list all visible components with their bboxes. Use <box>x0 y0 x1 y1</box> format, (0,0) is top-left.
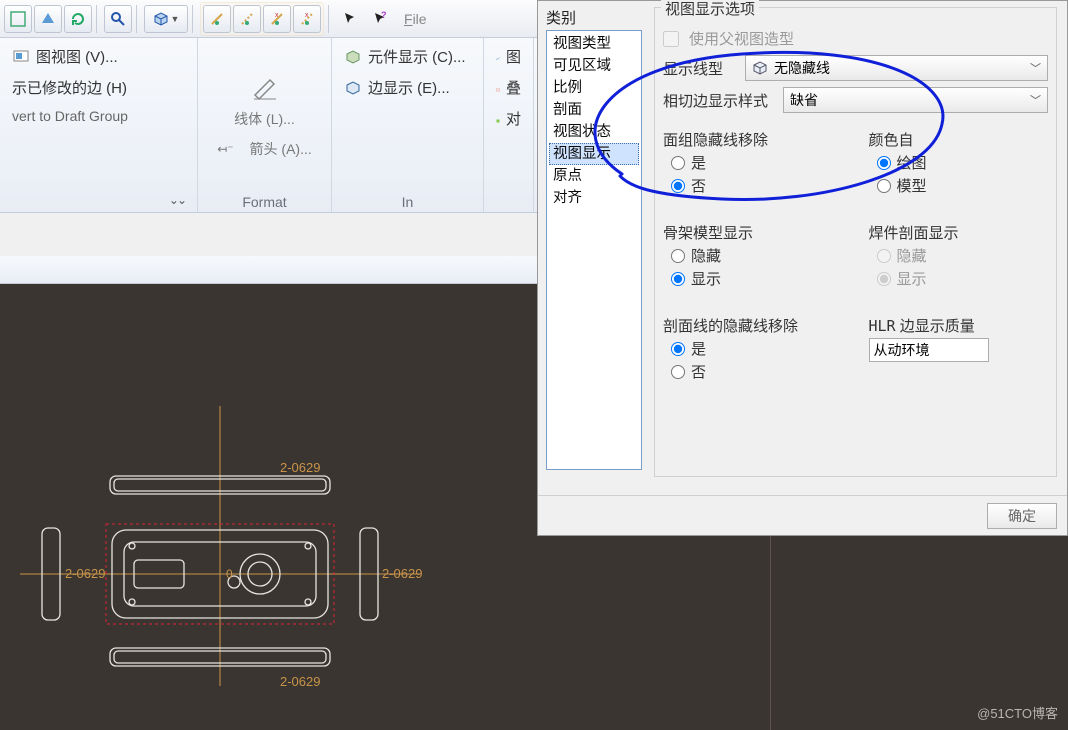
color-model[interactable]: 模型 <box>877 175 1049 196</box>
toolbar-help[interactable]: ? <box>366 5 394 33</box>
toolbar-slash-3[interactable]: x <box>263 5 291 33</box>
sect-no[interactable]: 否 <box>671 361 843 382</box>
cat-view-type[interactable]: 视图类型 <box>549 33 639 55</box>
skel-show[interactable]: 显示 <box>671 268 843 289</box>
ribbon-show-modified-edges[interactable]: 示已修改的边 (H) <box>8 75 189 100</box>
ribbon-drawing-view[interactable]: 图视图 (V)... <box>8 44 189 69</box>
hlr-label: HLR HLR 边显示质量边显示质量 <box>869 315 1049 336</box>
ribbon-line-style[interactable]: 线体 (L)... <box>230 107 299 131</box>
svg-text:?: ? <box>381 11 387 20</box>
cat-align[interactable]: 对齐 <box>549 187 639 209</box>
tangent-dropdown[interactable]: 缺省 ﹀ <box>783 87 1048 113</box>
facet-no[interactable]: 否 <box>671 175 843 196</box>
cat-origin[interactable]: 原点 <box>549 165 639 187</box>
cat-view-state[interactable]: 视图状态 <box>549 121 639 143</box>
cat-section[interactable]: 剖面 <box>549 99 639 121</box>
dim-label-bottom: 2-0629 <box>280 674 320 689</box>
ok-button[interactable]: 确定 <box>987 503 1057 529</box>
color-draw[interactable]: 绘图 <box>877 152 1049 173</box>
ribbon-component-display[interactable]: 元件显示 (C)... <box>340 44 475 69</box>
toolbar-btn-refresh[interactable] <box>64 5 92 33</box>
group-title: 视图显示选项 <box>661 0 759 19</box>
weld-title: 焊件剖面显示 <box>869 222 1049 243</box>
svg-text:0: 0 <box>226 567 233 581</box>
ribbon-arrow[interactable]: ↤⁻ 箭头 (A)... <box>213 137 316 161</box>
cad-drawing: 2-0629 2-0629 2-0629 0 2-0629 <box>20 346 440 706</box>
skel-title: 骨架模型显示 <box>663 222 843 243</box>
toolbar-btn-cube[interactable]: ▼ <box>144 5 188 33</box>
svg-text:x: x <box>275 12 279 19</box>
facet-hidden-title: 面组隐藏线移除 <box>663 129 843 150</box>
cat-scale[interactable]: 比例 <box>549 77 639 99</box>
chevron-down-icon: ﹀ <box>1030 60 1041 76</box>
ribbon-p4-2[interactable]: 叠 <box>492 75 525 100</box>
weld-hide: 隐藏 <box>877 245 1049 266</box>
weld-show: 显示 <box>877 268 1049 289</box>
ribbon-p4-3[interactable]: 对 <box>492 106 525 131</box>
category-list[interactable]: 视图类型 可见区域 比例 剖面 视图状态 视图显示 原点 对齐 <box>546 30 642 470</box>
dim-label-top: 2-0629 <box>280 460 320 475</box>
panel-expand-1[interactable]: ⌄⌄ <box>8 193 189 207</box>
cube-icon <box>752 60 768 76</box>
panel-title-1 <box>8 207 189 210</box>
dim-label-right: 2-0629 <box>382 566 422 581</box>
chevron-down-icon: ﹀ <box>1030 92 1041 108</box>
file-menu[interactable]: FFileile <box>404 11 427 27</box>
categories-label: 类别 <box>546 7 642 28</box>
toolbar-slash-1[interactable] <box>203 5 231 33</box>
watermark: @51CTO博客 <box>977 703 1058 722</box>
color-from-title: 颜色自 <box>869 129 1049 150</box>
cat-visible-area[interactable]: 可见区域 <box>549 55 639 77</box>
toolbar-btn-1[interactable] <box>4 5 32 33</box>
cat-view-display[interactable]: 视图显示 <box>549 143 639 165</box>
sect-yes[interactable]: 是 <box>671 338 843 359</box>
pencil-icon <box>250 75 280 101</box>
use-parent-label: 使用父视图造型 <box>689 28 794 49</box>
toolbar-btn-zoom[interactable] <box>104 5 132 33</box>
panel-title-2: Format <box>206 191 323 210</box>
line-type-dropdown[interactable]: 无隐藏线 ﹀ <box>745 55 1048 81</box>
line-type-label: 显示线型 <box>663 58 735 79</box>
toolbar-slash-group: x x <box>200 2 324 36</box>
tangent-label: 相切边显示样式 <box>663 90 773 111</box>
toolbar-slash-2[interactable] <box>233 5 261 33</box>
toolbar-slash-4[interactable]: x <box>293 5 321 33</box>
skel-hide[interactable]: 隐藏 <box>671 245 843 266</box>
ribbon-p4-1[interactable]: 图 <box>492 44 525 69</box>
svg-text:x: x <box>305 12 309 19</box>
view-display-dialog: 类别 视图类型 可见区域 比例 剖面 视图状态 视图显示 原点 对齐 视图显示选… <box>537 0 1068 536</box>
toolbar-btn-2[interactable] <box>34 5 62 33</box>
facet-yes[interactable]: 是 <box>671 152 843 173</box>
use-parent-checkbox <box>663 31 679 47</box>
panel-title-3: In <box>340 191 475 210</box>
ribbon-convert-draft[interactable]: vert to Draft Group <box>8 106 189 126</box>
dim-label-left: 2-0629 <box>65 566 105 581</box>
toolbar-pointer[interactable] <box>336 5 364 33</box>
section-hidden-title: 剖面线的隐藏线移除 <box>663 315 843 336</box>
hlr-input[interactable] <box>869 338 989 362</box>
ribbon-edge-display[interactable]: 边显示 (E)... <box>340 75 475 100</box>
